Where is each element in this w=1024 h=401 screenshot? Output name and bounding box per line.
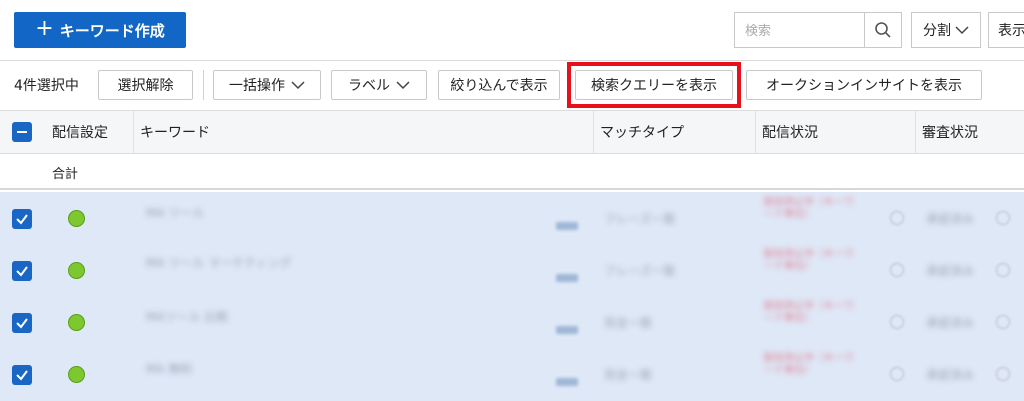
delivery-status-text: 配信停止中（キーワ (764, 353, 854, 364)
col-review-status[interactable]: 審査状況 (922, 110, 978, 154)
row-checkbox[interactable] (12, 313, 32, 333)
status-active-icon[interactable] (68, 314, 85, 331)
delivery-status-text-2: ード単位） (764, 261, 814, 272)
col-match-type[interactable]: マッチタイプ (600, 110, 684, 154)
checkmark-icon (16, 214, 28, 225)
display-label: 表示 (998, 23, 1024, 39)
search-icon (875, 22, 891, 38)
chevron-down-icon (396, 81, 410, 90)
info-icon[interactable] (996, 315, 1010, 329)
bulk-operations-dropdown[interactable]: 一括操作 (213, 70, 321, 100)
review-status-text: 承認済み (926, 316, 975, 330)
col-delivery-setting[interactable]: 配信設定 (52, 110, 108, 154)
table-row[interactable]: MA 無料 完全一致 配信停止中（キーワ ード単位） 承認済み (0, 348, 1024, 401)
match-type-text: フレーズ一致 (604, 264, 676, 278)
bulk-operations-label: 一括操作 (229, 78, 285, 94)
label-dropdown-label: ラベル (348, 78, 390, 94)
indeterminate-checkbox-icon (12, 122, 32, 142)
status-active-icon[interactable] (68, 262, 85, 279)
keyword-text[interactable]: MA ツール マーケティング (146, 254, 291, 271)
match-type-text: フレーズ一致 (604, 212, 676, 226)
checkmark-icon (16, 266, 28, 277)
col-delivery-setting-label: 配信設定 (52, 125, 108, 141)
delivery-status-text-2: ード単位） (764, 365, 814, 376)
filter-view-button[interactable]: 絞り込んで表示 (438, 70, 560, 100)
review-status-text: 承認済み (926, 368, 975, 382)
checkmark-icon (16, 318, 28, 329)
col-keyword[interactable]: キーワード (140, 110, 210, 154)
label-dropdown[interactable]: ラベル (331, 70, 427, 100)
keyword-tag (556, 378, 578, 386)
col-match-type-label: マッチタイプ (600, 125, 684, 141)
total-row (0, 154, 1024, 190)
col-delivery-status-label: 配信状況 (762, 125, 818, 141)
info-icon[interactable] (890, 367, 904, 381)
divider (0, 60, 1024, 61)
delivery-status-text-2: ード単位） (764, 313, 814, 324)
status-active-icon[interactable] (68, 210, 85, 227)
delivery-status-text: 配信停止中（キーワ (764, 249, 854, 260)
keyword-text[interactable]: MAツール 比較 (146, 308, 228, 325)
review-status-text: 承認済み (926, 264, 975, 278)
selection-count: 4件選択中 (14, 78, 79, 94)
keyword-tag (556, 222, 578, 230)
row-checkbox[interactable] (12, 261, 32, 281)
select-all-checkbox[interactable] (12, 110, 32, 154)
keyword-tag (556, 274, 578, 282)
table-row[interactable]: MAツール 比較 完全一致 配信停止中（キーワ ード単位） 承認済み (0, 296, 1024, 348)
delivery-status-text: 配信停止中（キーワ (764, 197, 854, 208)
search-input[interactable] (734, 12, 864, 48)
filter-view-label: 絞り込んで表示 (450, 78, 548, 94)
auction-insight-label: オークションインサイトを表示 (766, 78, 962, 94)
col-delivery-status[interactable]: 配信状況 (762, 110, 818, 154)
auction-insight-button[interactable]: オークションインサイトを表示 (746, 70, 982, 100)
keyword-text[interactable]: MA 無料 (146, 360, 192, 377)
chevron-down-icon (291, 81, 305, 90)
toolbar-separator (203, 70, 204, 100)
table-row[interactable]: MA ツール フレーズ一致 配信停止中（キーワ ード単位） 承認済み (0, 192, 1024, 244)
info-icon[interactable] (996, 263, 1010, 277)
deselect-button[interactable]: 選択解除 (98, 70, 193, 100)
checkmark-icon (16, 370, 28, 381)
match-type-text: 完全一致 (604, 316, 653, 330)
display-button[interactable]: 表示 (988, 12, 1024, 48)
info-icon[interactable] (890, 211, 904, 225)
match-type-text: 完全一致 (604, 368, 653, 382)
col-keyword-label: キーワード (140, 125, 210, 141)
table-row[interactable]: MA ツール マーケティング フレーズ一致 配信停止中（キーワ ード単位） 承認… (0, 244, 1024, 296)
row-checkbox[interactable] (12, 365, 32, 385)
delivery-status-text-2: ード単位） (764, 209, 814, 220)
chevron-down-icon (955, 26, 969, 35)
split-label: 分割 (923, 23, 951, 39)
create-keyword-label: キーワード作成 (59, 21, 165, 40)
total-label: 合計 (52, 167, 79, 182)
deselect-label: 選択解除 (117, 78, 174, 94)
split-dropdown[interactable]: 分割 (911, 12, 981, 48)
search-button[interactable] (864, 12, 902, 48)
plus-icon: + (35, 16, 54, 41)
create-keyword-button[interactable]: + キーワード作成 (14, 12, 186, 48)
info-icon[interactable] (996, 367, 1010, 381)
row-checkbox[interactable] (12, 209, 32, 229)
info-icon[interactable] (890, 315, 904, 329)
keyword-text[interactable]: MA ツール (146, 204, 204, 221)
table-body: MA ツール フレーズ一致 配信停止中（キーワ ード単位） 承認済み MA ツー… (0, 192, 1024, 401)
info-icon[interactable] (996, 211, 1010, 225)
status-active-icon[interactable] (68, 366, 85, 383)
highlight-annotation (567, 62, 741, 108)
delivery-status-text: 配信停止中（キーワ (764, 301, 854, 312)
col-review-status-label: 審査状況 (922, 125, 978, 141)
keyword-tag (556, 326, 578, 334)
info-icon[interactable] (890, 263, 904, 277)
review-status-text: 承認済み (926, 212, 975, 226)
